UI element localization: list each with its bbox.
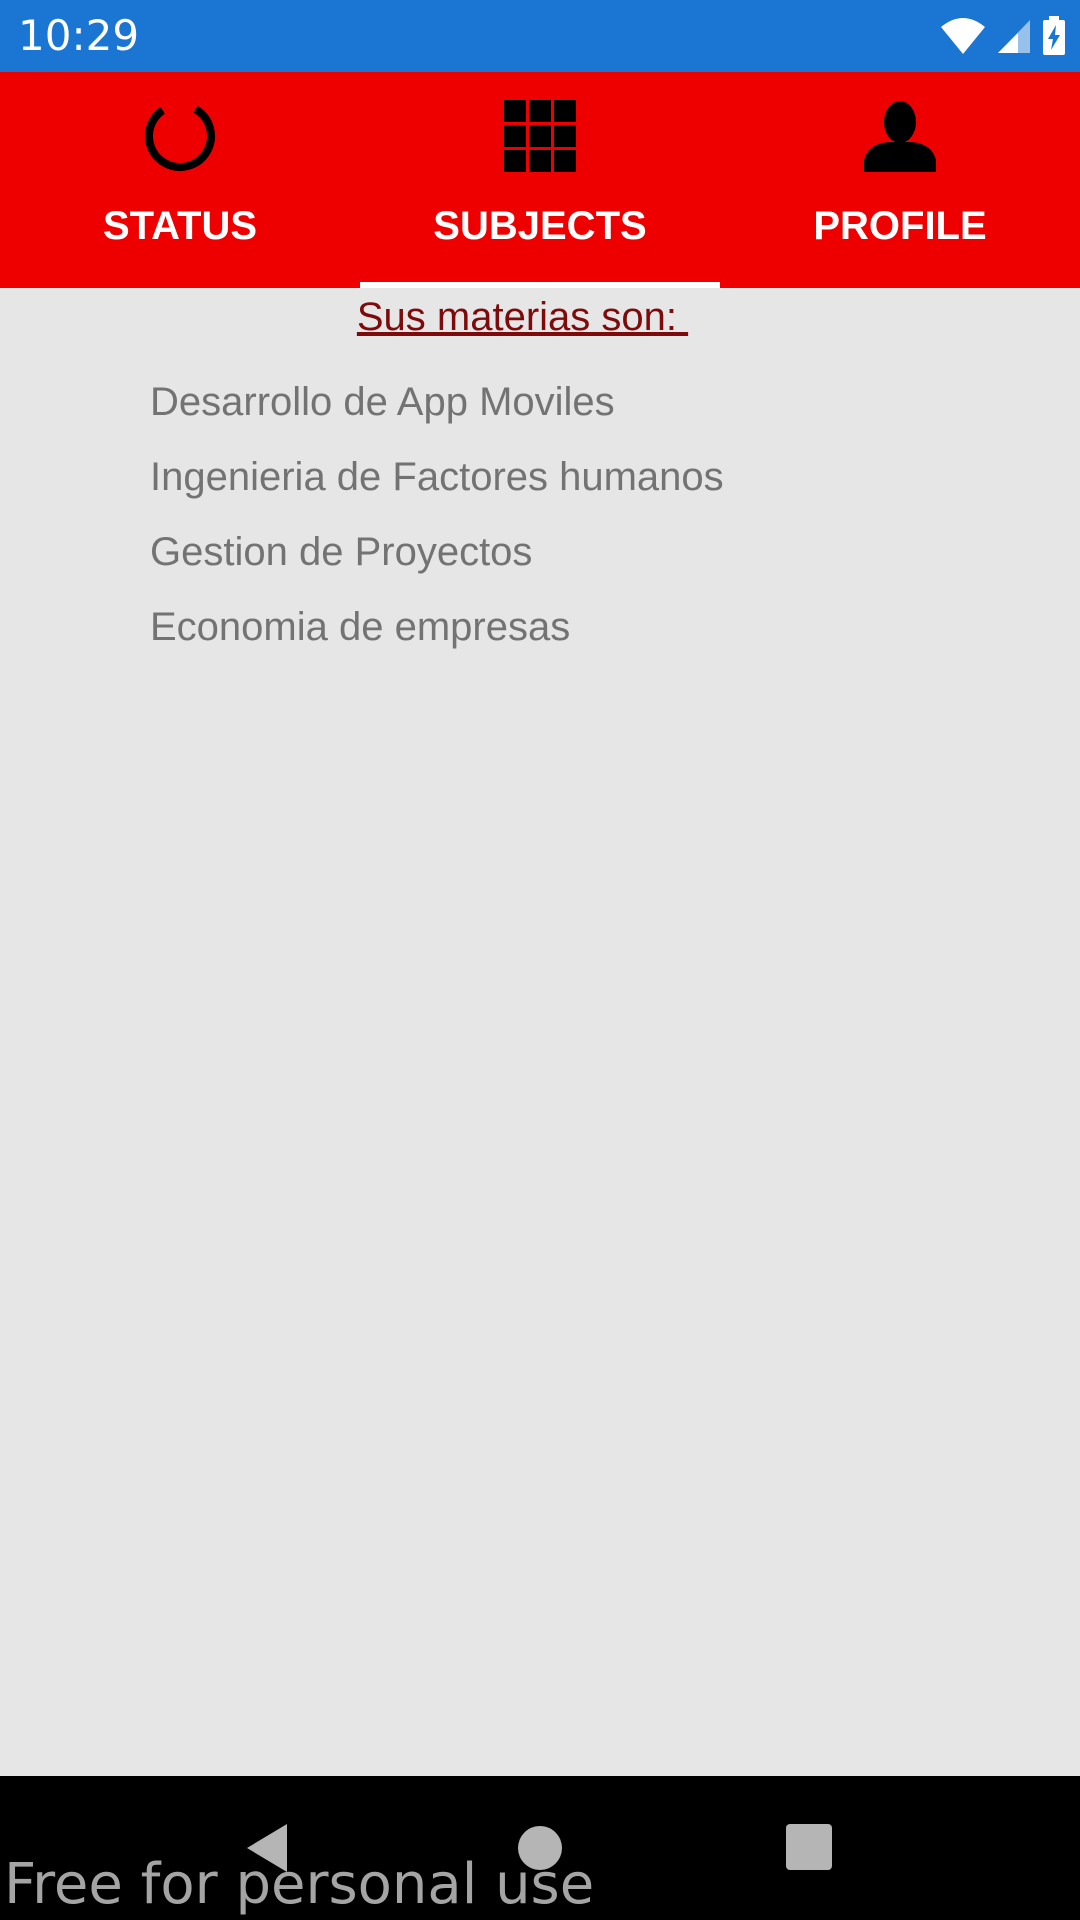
tab-label: PROFILE [813,204,987,248]
selected-tab-indicator [360,282,720,288]
list-item: Economia de empresas [150,605,571,649]
status-ring-icon [145,101,215,171]
grid-icon [504,100,576,172]
tab-bar: STATUS SUBJECTS PROFILE [0,72,1080,288]
person-icon [864,101,936,172]
tab-status[interactable]: STATUS [0,72,360,288]
list-item: Desarrollo de App Moviles [150,380,615,424]
subject-list: Desarrollo de App Moviles Ingenieria de … [150,365,724,665]
tab-profile[interactable]: PROFILE [720,72,1080,288]
recents-icon[interactable] [768,1806,852,1890]
list-item: Ingenieria de Factores humanos [150,455,724,499]
tab-label: SUBJECTS [433,204,647,248]
status-bar: 10:29 [0,0,1080,72]
tab-label: STATUS [102,204,258,248]
status-time: 10:29 [18,11,140,60]
watermark-text: Free for personal use [4,1852,595,1917]
battery-charging-icon [1043,16,1065,55]
subjects-heading: Sus materias son: [356,295,689,339]
list-item: Gestion de Proyectos [150,530,533,574]
cell-signal-icon [998,20,1030,53]
status-icons [940,14,1066,58]
tab-subjects[interactable]: SUBJECTS [360,72,720,288]
wifi-icon [941,18,985,54]
